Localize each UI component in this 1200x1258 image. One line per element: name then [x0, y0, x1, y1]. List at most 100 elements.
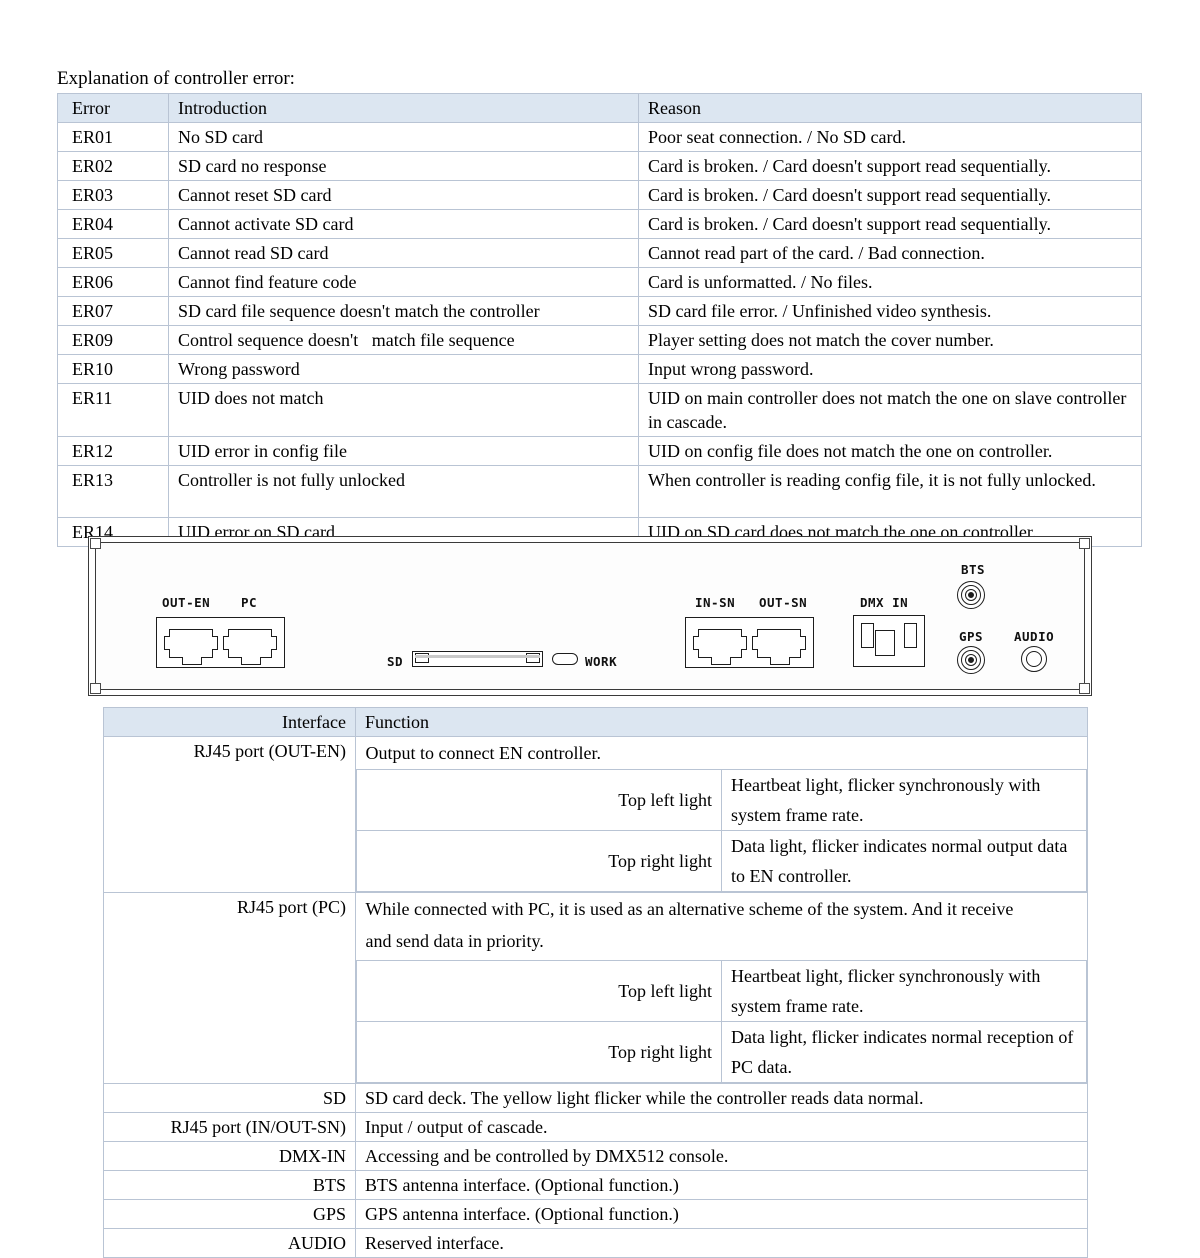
table-row: ER02 SD card no response Card is broken.… [57, 151, 1142, 181]
cell-introduction: Control sequence doesn't match file sequ… [168, 325, 639, 355]
mounting-ear-top-right [1079, 538, 1090, 549]
rj45-tab [241, 657, 261, 665]
cell-reason: Card is broken. / Card doesn't support r… [638, 180, 1142, 210]
panel-label-audio: AUDIO [1014, 629, 1055, 644]
cell-introduction: SD card no response [168, 151, 639, 181]
cell-function: Input / output of cascade. [355, 1112, 1088, 1142]
cell-interface-name: AUDIO [103, 1228, 356, 1258]
cell-reason: Card is broken. / Card doesn't support r… [638, 209, 1142, 239]
cell-error-code: ER11 [57, 383, 169, 437]
table-header-row: Error Introduction Reason [57, 93, 1142, 123]
panel-label-out-sn: OUT-SN [759, 595, 808, 610]
table-row: Top left light Heartbeat light, flicker … [356, 960, 1087, 1022]
panel-label-out-en: OUT-EN [162, 595, 211, 610]
rj45-tab [770, 657, 790, 665]
table-header-row: Interface Function [103, 707, 1088, 737]
cell-error-code: ER04 [57, 209, 169, 239]
cell-reason: Poor seat connection. / No SD card. [638, 122, 1142, 152]
cell-light-desc: Heartbeat light, flicker synchronously w… [721, 960, 1087, 1022]
cell-light-desc: Data light, flicker indicates normal rec… [721, 1021, 1087, 1083]
column-header-introduction: Introduction [168, 93, 639, 123]
rj45-port-out-en-pc [156, 617, 285, 668]
table-row: ER03 Cannot reset SD card Card is broken… [57, 180, 1142, 210]
interface-function-table: Interface Function RJ45 port (OUT-EN) Ou… [103, 707, 1088, 1258]
table-row: ER04 Cannot activate SD card Card is bro… [57, 209, 1142, 239]
mounting-ear-top-left [90, 538, 101, 549]
function-subtable: Output to connect EN controller. Top lef… [356, 737, 1087, 892]
column-header-function: Function [355, 707, 1088, 737]
table-row: ER13 Controller is not fully unlocked Wh… [57, 465, 1142, 518]
controller-error-table: Error Introduction Reason ER01 No SD car… [57, 93, 1142, 547]
cell-error-code: ER06 [57, 267, 169, 297]
cell-error-code: ER03 [57, 180, 169, 210]
cell-error-code: ER13 [57, 465, 169, 518]
cell-interface-name: SD [103, 1083, 356, 1113]
table-row: RJ45 port (IN/OUT-SN) Input / output of … [103, 1112, 1088, 1142]
cell-introduction: Controller is not fully unlocked [168, 465, 639, 518]
cell-reason: Input wrong password. [638, 354, 1142, 384]
cell-introduction: No SD card [168, 122, 639, 152]
audio-jack-connector [1021, 646, 1047, 672]
dmx-pin-right [904, 623, 917, 648]
panel-label-gps: GPS [959, 629, 984, 644]
cell-function-lead: Output to connect EN controller. [365, 743, 601, 763]
gps-antenna-connector [957, 646, 985, 674]
cell-function: SD card deck. The yellow light flicker w… [355, 1083, 1088, 1113]
rj45-jack-out-sn [752, 629, 806, 665]
panel-label-dmx-in: DMX IN [860, 595, 909, 610]
cell-reason: Player setting does not match the cover … [638, 325, 1142, 355]
cell-function: BTS antenna interface. (Optional functio… [355, 1170, 1088, 1200]
column-header-error: Error [57, 93, 169, 123]
cell-function: Reserved interface. [355, 1228, 1088, 1258]
table-row: ER09 Control sequence doesn't match file… [57, 325, 1142, 355]
cell-introduction: Cannot reset SD card [168, 180, 639, 210]
rj45-tab [182, 657, 202, 665]
function-subtable: While connected with PC, it is used as a… [356, 893, 1087, 1083]
mounting-ear-bottom-left [90, 683, 101, 694]
bts-antenna-connector [957, 581, 985, 609]
dmx-pin-left [861, 623, 874, 648]
cell-error-code: ER07 [57, 296, 169, 326]
table-row: GPS GPS antenna interface. (Optional fun… [103, 1199, 1088, 1229]
cell-introduction: Cannot read SD card [168, 238, 639, 268]
cell-function-group: Output to connect EN controller. Top lef… [355, 736, 1088, 893]
table-row: ER07 SD card file sequence doesn't match… [57, 296, 1142, 326]
cell-function-group: While connected with PC, it is used as a… [355, 892, 1088, 1084]
column-header-reason: Reason [638, 93, 1142, 123]
sd-card-slot [412, 651, 543, 667]
rj45-jack-in-sn [693, 629, 747, 665]
table-row: RJ45 port (PC) While connected with PC, … [103, 892, 1088, 1084]
table-row: ER06 Cannot find feature code Card is un… [57, 267, 1142, 297]
table-row: RJ45 port (OUT-EN) Output to connect EN … [103, 736, 1088, 893]
function-lead-row: Output to connect EN controller. [357, 737, 1087, 770]
column-header-interface: Interface [103, 707, 356, 737]
table-row: SD SD card deck. The yellow light flicke… [103, 1083, 1088, 1113]
cell-function: GPS antenna interface. (Optional functio… [355, 1199, 1088, 1229]
table-row: AUDIO Reserved interface. [103, 1228, 1088, 1258]
cell-interface-name: RJ45 port (OUT-EN) [103, 736, 356, 893]
cell-introduction: Cannot find feature code [168, 267, 639, 297]
cell-interface-name: GPS [103, 1199, 356, 1229]
rj45-tab [711, 657, 731, 665]
cell-interface-name: RJ45 port (PC) [103, 892, 356, 1084]
cell-interface-name: RJ45 port (IN/OUT-SN) [103, 1112, 356, 1142]
panel-label-bts: BTS [961, 562, 986, 577]
work-indicator-led [552, 653, 578, 665]
table-row: Top right light Data light, flicker indi… [356, 830, 1087, 892]
table-row: Top right light Data light, flicker indi… [356, 1021, 1087, 1083]
cell-introduction: SD card file sequence doesn't match the … [168, 296, 639, 326]
cell-interface-name: BTS [103, 1170, 356, 1200]
panel-label-work: WORK [585, 654, 618, 669]
cell-light-label: Top right light [356, 830, 722, 892]
cell-reason: UID on config file does not match the on… [638, 436, 1142, 466]
cell-light-desc: Data light, flicker indicates normal out… [721, 830, 1087, 892]
panel-label-sd: SD [387, 654, 404, 669]
dmx-pin-center [875, 630, 895, 656]
cell-reason: Card is unformatted. / No files. [638, 267, 1142, 297]
rj45-jack-out-en [164, 629, 218, 665]
cell-introduction: Cannot activate SD card [168, 209, 639, 239]
table-row: ER05 Cannot read SD card Cannot read par… [57, 238, 1142, 268]
cell-function-lead: While connected with PC, it is used as a… [365, 899, 1014, 919]
sd-notch-right [526, 653, 540, 663]
controller-panel-diagram: OUT-EN PC SD WORK IN-SN OUT-SN DMX IN BT… [88, 536, 1092, 696]
